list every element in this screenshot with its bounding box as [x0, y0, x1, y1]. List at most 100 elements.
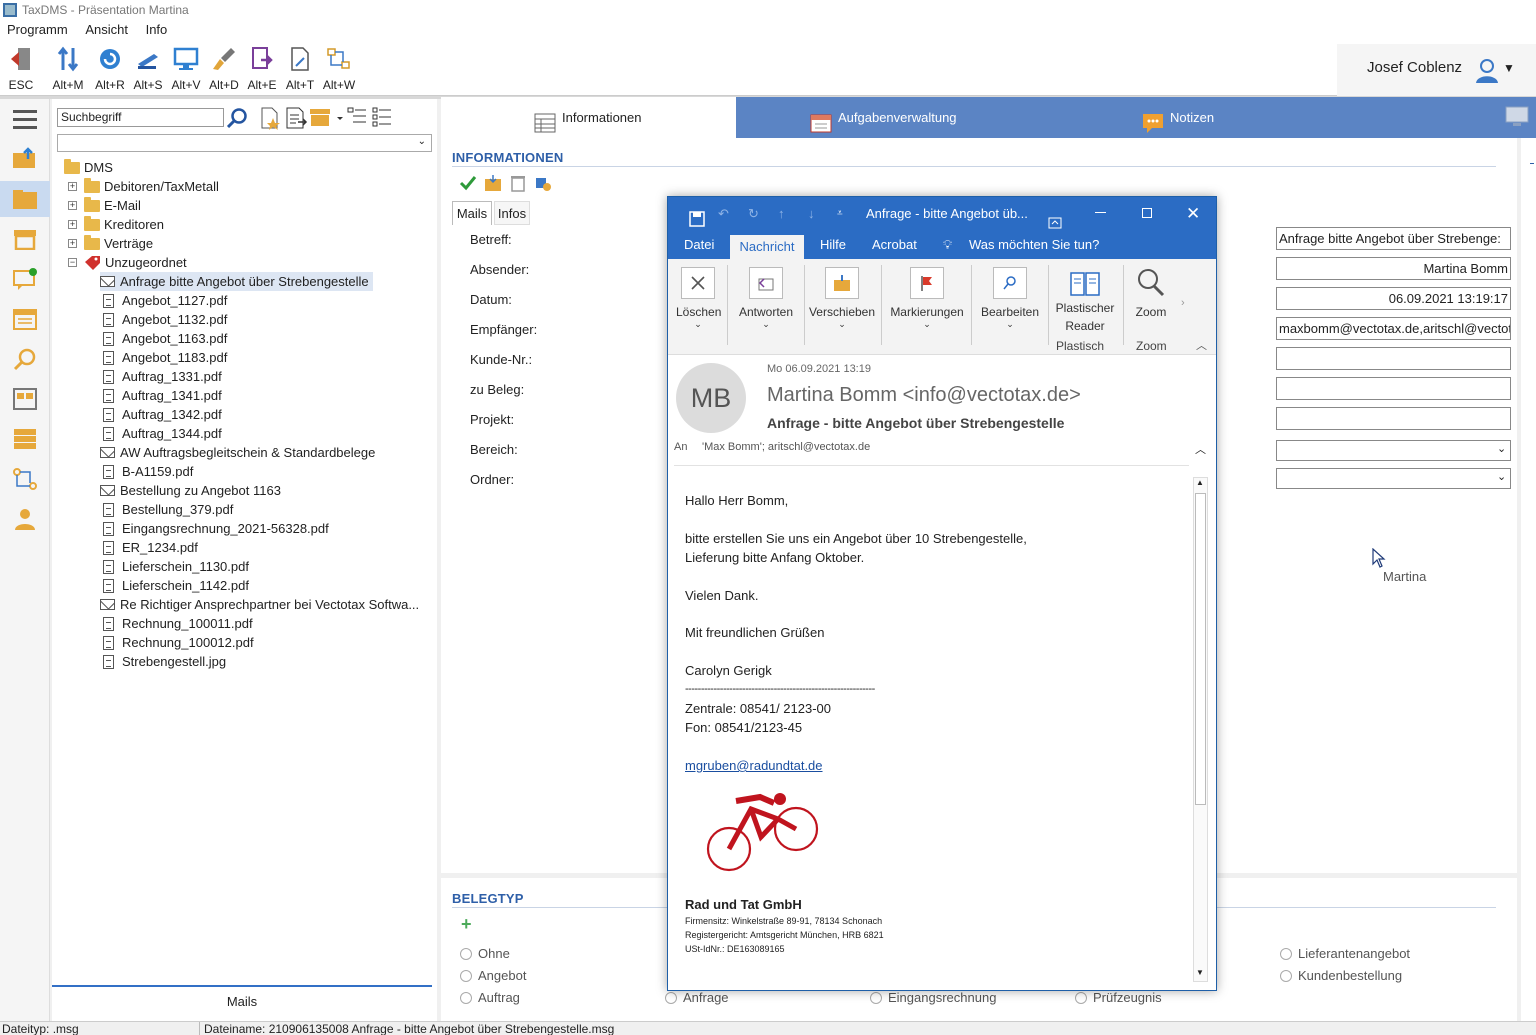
field-input[interactable]: Anfrage bitte Angebot über Strebenge:: [1276, 227, 1511, 250]
search-icon[interactable]: [10, 345, 40, 373]
next-item-icon[interactable]: ↓: [808, 197, 815, 231]
tree-item[interactable]: Bestellung_379.pdf: [100, 500, 233, 519]
tree-item[interactable]: Re Richtiger Ansprechpartner bei Vectota…: [100, 595, 419, 614]
chevron-down-icon[interactable]: ⌄: [1497, 442, 1506, 455]
alt-t-button[interactable]: Alt+T: [280, 46, 320, 92]
alt-m-button[interactable]: Alt+M: [48, 46, 88, 92]
alt-e-button[interactable]: Alt+E: [242, 46, 282, 92]
user-icon[interactable]: [10, 505, 40, 533]
collapse-header-icon[interactable]: ︿: [1195, 441, 1206, 457]
folder-upload-icon[interactable]: [10, 144, 40, 172]
tree-item[interactable]: Rechnung_100011.pdf: [100, 614, 253, 633]
search-icon[interactable]: [226, 107, 248, 132]
belegtyp-radio[interactable]: Lieferantenangebot: [1280, 946, 1410, 961]
tree-group[interactable]: + Kreditoren: [68, 215, 164, 234]
tree-item[interactable]: Angebot_1183.pdf: [100, 348, 227, 367]
search-input[interactable]: Suchbegriff: [57, 108, 224, 127]
tree-item[interactable]: Anfrage bitte Angebot über Strebengestel…: [100, 272, 373, 291]
menu-programm[interactable]: Programm: [7, 22, 68, 37]
previous-item-icon[interactable]: ↑: [778, 197, 785, 231]
tab-notizen[interactable]: Notizen: [1142, 97, 1214, 138]
tree-item[interactable]: ER_1234.pdf: [100, 538, 198, 557]
move-button[interactable]: Verschieben ⌄: [808, 267, 876, 330]
belegtyp-radio[interactable]: Kundenbestellung: [1280, 968, 1402, 983]
tree-item[interactable]: Eingangsrechnung_2021-56328.pdf: [100, 519, 329, 538]
chevron-down-icon[interactable]: ▼: [1503, 44, 1515, 92]
tree-item[interactable]: Angebot_1132.pdf: [100, 310, 227, 329]
delete-button[interactable]: Löschen ⌄: [676, 267, 721, 330]
undo-icon[interactable]: ↶: [718, 197, 729, 231]
expand-icon[interactable]: +: [68, 220, 77, 229]
belegtyp-radio[interactable]: Ohne: [460, 946, 510, 961]
trash-icon[interactable]: [510, 174, 526, 195]
plugin-icon[interactable]: [534, 174, 552, 195]
tree-group[interactable]: + Verträge: [68, 234, 153, 253]
document-list-icon[interactable]: [284, 106, 308, 133]
maximize-icon[interactable]: [1142, 208, 1152, 218]
collapse-icon[interactable]: −: [68, 258, 77, 267]
quick-access-dropdown-icon[interactable]: ⩡: [837, 197, 843, 231]
tree-item[interactable]: Angebot_1163.pdf: [100, 329, 227, 348]
field-input[interactable]: Martina Bomm: [1276, 257, 1511, 280]
subtab-mails[interactable]: Mails: [452, 201, 492, 225]
tree-group[interactable]: + Debitoren/TaxMetall: [68, 177, 219, 196]
tree-item[interactable]: Auftrag_1342.pdf: [100, 405, 222, 424]
tree-item[interactable]: AW Auftragsbegleitschein & Standardbeleg…: [100, 443, 375, 462]
tree-item[interactable]: B-A1159.pdf: [100, 462, 193, 481]
tree-item[interactable]: Rechnung_100012.pdf: [100, 633, 254, 652]
outlook-message-window[interactable]: ↶ ↻ ↑ ↓ ⩡ Anfrage - bitte Angebot üb... …: [667, 196, 1217, 991]
close-icon[interactable]: ✕: [1186, 197, 1200, 231]
menu-info[interactable]: Info: [146, 22, 168, 37]
esc-button[interactable]: ESC: [1, 46, 41, 92]
field-input[interactable]: maxbomm@vectotax.de,aritschl@vectot: [1276, 317, 1511, 340]
scrollbar-thumb[interactable]: [1195, 493, 1206, 805]
ribbon-scroll-right-icon[interactable]: ›: [1181, 297, 1185, 309]
ribbon-tab-acrobat[interactable]: Acrobat: [872, 231, 917, 259]
menu-ansicht[interactable]: Ansicht: [85, 22, 128, 37]
alt-d-button[interactable]: Alt+D: [204, 46, 244, 92]
user-menu[interactable]: Josef Coblenz ▼: [1337, 44, 1536, 96]
mails-button[interactable]: Mails: [52, 985, 432, 1015]
tab-informationen[interactable]: Informationen: [441, 97, 736, 138]
email-link[interactable]: mgruben@radundtat.de: [685, 758, 823, 773]
zoom-button[interactable]: Zoom: [1128, 267, 1174, 319]
expand-icon[interactable]: +: [68, 239, 77, 248]
immersive-reader-button[interactable]: Plastischer Reader: [1052, 267, 1118, 335]
belegtyp-radio[interactable]: Angebot: [460, 968, 526, 983]
tree-collapse-icon[interactable]: [347, 106, 367, 131]
database-icon[interactable]: [10, 425, 40, 453]
scroll-down-icon[interactable]: ▼: [1196, 968, 1204, 977]
belegtyp-radio[interactable]: Eingangsrechnung: [870, 990, 996, 1005]
tree-group[interactable]: + E-Mail: [68, 196, 141, 215]
collapse-ribbon-icon[interactable]: ︿: [1196, 337, 1207, 353]
calendar-icon[interactable]: [10, 305, 40, 333]
field-input[interactable]: [1276, 377, 1511, 400]
belegtyp-radio[interactable]: Prüfzeugnis: [1075, 990, 1162, 1005]
workflow-icon[interactable]: [10, 465, 40, 493]
tree-item[interactable]: Lieferschein_1130.pdf: [100, 557, 249, 576]
tab-aufgabenverwaltung[interactable]: Aufgabenverwaltung: [810, 97, 957, 138]
tree-item[interactable]: Auftrag_1344.pdf: [100, 424, 222, 443]
tree-item[interactable]: Angebot_1127.pdf: [100, 291, 227, 310]
chat-icon[interactable]: [10, 265, 40, 293]
dashboard-icon[interactable]: [10, 385, 40, 413]
tree-item[interactable]: Lieferschein_1142.pdf: [100, 576, 249, 595]
folder-move-icon[interactable]: [484, 174, 502, 195]
field-input[interactable]: [1276, 407, 1511, 430]
field-select[interactable]: [1276, 468, 1511, 489]
ribbon-tab-nachricht[interactable]: Nachricht: [730, 235, 804, 259]
hamburger-menu-icon[interactable]: [10, 105, 40, 133]
alt-w-button[interactable]: Alt+W: [319, 46, 359, 92]
archive-icon[interactable]: [10, 225, 40, 253]
belegtyp-radio[interactable]: Anfrage: [665, 990, 729, 1005]
field-input[interactable]: 06.09.2021 13:19:17: [1276, 287, 1511, 310]
expand-icon[interactable]: +: [68, 182, 77, 191]
tree-root-dms[interactable]: DMS: [64, 158, 113, 177]
ribbon-tab-datei[interactable]: Datei: [684, 231, 714, 259]
tree-expand-icon[interactable]: [372, 106, 392, 131]
alt-v-button[interactable]: Alt+V: [166, 46, 206, 92]
checkmark-icon[interactable]: [459, 175, 477, 194]
tree-item[interactable]: Auftrag_1331.pdf: [100, 367, 222, 386]
edit-button[interactable]: Bearbeiten ⌄: [976, 267, 1044, 330]
alt-s-button[interactable]: Alt+S: [128, 46, 168, 92]
